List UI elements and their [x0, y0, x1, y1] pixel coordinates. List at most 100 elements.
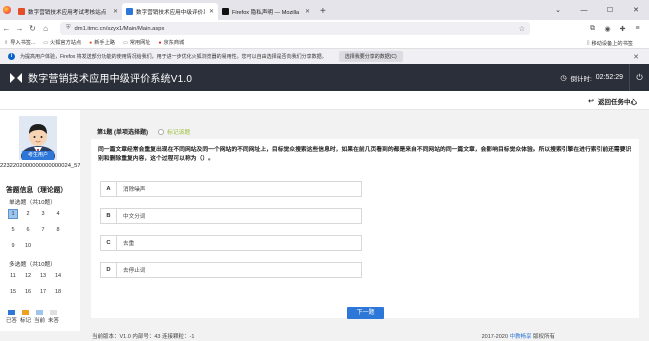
page-footer: 当前版本：V1.0 内部号：43 连接颗粒：-1 2017-2020 中教畅享 …: [0, 331, 649, 341]
bookmark-star-icon[interactable]: ☆: [519, 25, 525, 33]
forward-icon[interactable]: →: [13, 24, 26, 33]
power-icon[interactable]: ⏻: [629, 64, 649, 91]
browser-tab-2[interactable]: 数字营销技术应用中级评价系统V1.0 ✕: [122, 3, 218, 20]
mark-question-toggle[interactable]: 标记该题: [158, 127, 190, 136]
copyright: 2017-2020 中教畅享 版权所有: [481, 334, 555, 340]
candidate-label: 考生用户: [22, 151, 54, 160]
clock-icon: ◷: [560, 74, 567, 82]
window-controls: ⌄ — ☐ ✕: [545, 0, 649, 20]
close-notification-icon[interactable]: ✕: [633, 53, 639, 61]
app-title: 数字营销技术应用中级评价系统V1.0: [28, 74, 193, 85]
option-letter: A: [101, 182, 117, 196]
legend-label: 当前: [34, 318, 46, 324]
question-number-18[interactable]: 18: [53, 287, 63, 297]
option-text: 去停止词: [123, 268, 146, 274]
back-to-task-center-button[interactable]: ↩ 返回任务中心: [588, 96, 637, 106]
next-question-button[interactable]: 下一题: [347, 307, 384, 319]
option-a[interactable]: A 消除噪声: [100, 181, 362, 197]
tab-title: 数字营销技术应用考试考核站点: [28, 9, 107, 16]
import-icon: ⇪: [4, 39, 9, 46]
question-number-15[interactable]: 15: [8, 287, 18, 297]
bookmark-import[interactable]: ⇪ 导入书签...: [4, 39, 35, 47]
notification-text: 为提高用户体验，Firefox 将发送部分功能的使用情况给我们，用于进一步优化火…: [20, 54, 327, 60]
minimize-icon[interactable]: —: [571, 7, 597, 14]
folder-icon: ▭: [43, 39, 49, 46]
return-icon: ↩: [588, 98, 594, 105]
home-icon[interactable]: ⌂: [39, 24, 52, 33]
option-letter: B: [101, 209, 117, 223]
info-icon: i: [8, 53, 15, 60]
question-text: 同一篇文章经常会重复出现在不同网站及同一个网站的不同网址上，目标觉众搜索这些信息…: [98, 147, 632, 162]
question-number-4[interactable]: 4: [53, 209, 63, 219]
browser-tab-3[interactable]: Firefox 隐私声明 — Mozilla ✕: [218, 3, 314, 20]
option-letter: D: [101, 263, 117, 277]
shield-icon[interactable]: ⛨: [66, 25, 71, 32]
bookmark-firefox[interactable]: ▭ 火狐官方站点: [43, 39, 81, 47]
close-tab-icon[interactable]: ✕: [209, 8, 214, 15]
site-favicon-icon: [18, 8, 25, 15]
version-info: 当前版本：V1.0 内部号：43 连接颗粒：-1: [92, 334, 195, 340]
browser-nav-bar: ← → ↻ ⌂ ⛨ dm1.itmc.cn/szyx1/Main/Main.as…: [0, 20, 649, 37]
bookmark-jd[interactable]: ● 京东商城: [158, 39, 184, 47]
new-tab-icon[interactable]: +: [314, 3, 332, 20]
mark-checkbox-icon[interactable]: [158, 128, 165, 135]
mozilla-favicon-icon: [222, 8, 229, 15]
browser-tab-bar: 数字营销技术应用考试考核站点 ✕ 数字营销技术应用中级评价系统V1.0 ✕ Fi…: [0, 0, 649, 20]
close-tab-icon[interactable]: ✕: [305, 8, 310, 15]
legend-swatch: [8, 310, 15, 315]
question-number-16[interactable]: 16: [23, 287, 33, 297]
mobile-bookmarks[interactable]: ▯ 移动设备上的书签: [587, 37, 633, 49]
question-header: 第1题 (单项选择题) 标记该题: [91, 124, 639, 139]
question-number-10[interactable]: 10: [23, 241, 33, 251]
question-number: 第1题 (单项选择题): [97, 130, 149, 136]
question-number-9[interactable]: 9: [8, 241, 18, 251]
tab-title: 数字营销技术应用中级评价系统V1.0: [136, 9, 205, 16]
legend-label: 已答: [6, 318, 18, 324]
multi-choice-numbers: 11 12 13 14 15 16 17 18: [8, 271, 72, 303]
reload-icon[interactable]: ↻: [26, 24, 39, 33]
url-bar[interactable]: ⛨ dm1.itmc.cn/szyx1/Main/Main.aspx ☆: [60, 22, 530, 35]
option-b[interactable]: B 中文分词: [100, 208, 362, 224]
question-number-6[interactable]: 6: [23, 225, 33, 235]
option-d[interactable]: D 去停止词: [100, 262, 362, 278]
option-letter: C: [101, 236, 117, 250]
bookmarks-bar: ⇪ 导入书签... ▭ 火狐官方站点 ● 新手上路 ▭ 常用网址 ● 京东商城 ▯ 移动设备…: [0, 37, 649, 49]
option-text: 消除噪声: [123, 187, 146, 193]
question-number-11[interactable]: 11: [8, 271, 18, 281]
legend-swatch: [22, 310, 30, 315]
countdown-timer: ◷ 倒计时: 02:52:29: [560, 64, 623, 91]
question-number-5[interactable]: 5: [8, 225, 18, 235]
bookmark-newbie[interactable]: ● 新手上路: [89, 39, 115, 47]
firefox-menu-icon[interactable]: [0, 0, 14, 20]
bookmark-common[interactable]: ▭ 常用网址: [123, 39, 151, 47]
extensions-icon[interactable]: ⧉: [585, 25, 600, 33]
option-c[interactable]: C 去重: [100, 235, 362, 251]
question-area: 第1题 (单项选择题) 标记该题 同一篇文章经常会重复出现在不同网站及同一个网站…: [80, 110, 649, 331]
list-tabs-icon[interactable]: ⌄: [545, 6, 571, 14]
jd-icon: ●: [158, 39, 162, 46]
question-number-1[interactable]: 1: [8, 209, 18, 219]
legend-swatch: [50, 310, 58, 315]
question-number-14[interactable]: 14: [53, 271, 63, 281]
puzzle-icon[interactable]: ✚: [615, 25, 630, 33]
question-number-2[interactable]: 2: [23, 209, 33, 219]
timer-label: 倒计时:: [570, 75, 592, 83]
question-number-12[interactable]: 12: [23, 271, 33, 281]
menu-icon[interactable]: ≡: [630, 25, 645, 32]
close-tab-icon[interactable]: ✕: [113, 8, 118, 15]
close-window-icon[interactable]: ✕: [623, 6, 649, 14]
back-icon[interactable]: ←: [0, 24, 13, 33]
account-icon[interactable]: ◉: [600, 25, 615, 33]
single-choice-numbers: 1 2 3 4 5 6 7 8 9 10: [8, 209, 72, 257]
maximize-icon[interactable]: ☐: [597, 6, 623, 14]
question-number-17[interactable]: 17: [38, 287, 48, 297]
copyright-link[interactable]: 中教畅享: [509, 334, 531, 340]
question-number-3[interactable]: 3: [38, 209, 48, 219]
question-number-8[interactable]: 8: [53, 225, 63, 235]
legend-item: 已答: [6, 310, 17, 324]
choose-data-button[interactable]: 选择我要分享的数据(C): [338, 51, 403, 62]
browser-tab-1[interactable]: 数字营销技术应用考试考核站点 ✕: [14, 3, 122, 20]
question-number-7[interactable]: 7: [38, 225, 48, 235]
option-text: 去重: [123, 241, 135, 247]
question-number-13[interactable]: 13: [38, 271, 48, 281]
